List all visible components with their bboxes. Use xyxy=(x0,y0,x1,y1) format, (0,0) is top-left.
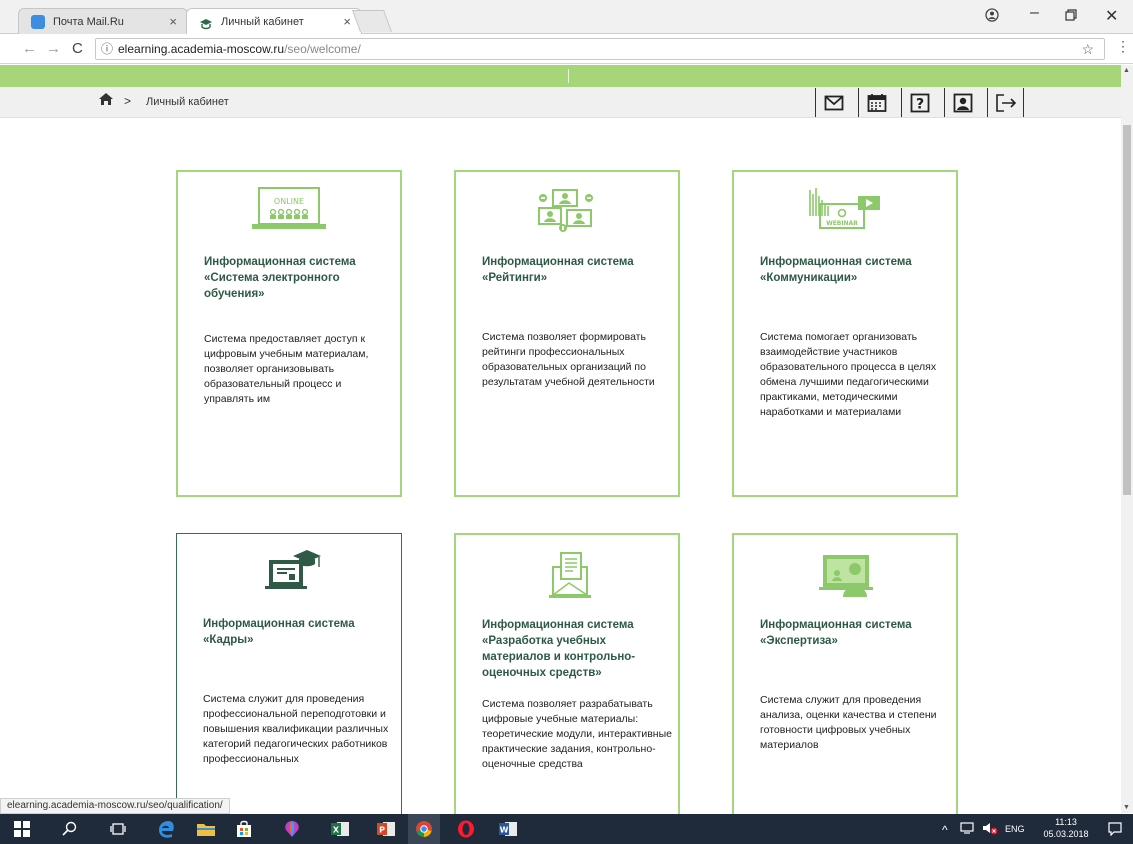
word-icon[interactable]: W xyxy=(492,814,524,844)
mail-favicon-icon xyxy=(31,15,45,29)
url-path: /seo/welcome/ xyxy=(284,42,361,56)
windows-start-icon[interactable] xyxy=(6,814,38,844)
file-explorer-icon[interactable] xyxy=(190,814,222,844)
calendar-button[interactable] xyxy=(858,88,895,117)
browser-tab-bar: Почта Mail.Ru × Личный кабинет × – ✕ xyxy=(0,0,1133,34)
card-title[interactable]: Информационная система «Рейтинги» xyxy=(482,254,672,286)
breadcrumb-current: Личный кабинет xyxy=(146,96,229,108)
header-divider xyxy=(568,69,569,83)
tab-label: Личный кабинет xyxy=(221,16,304,28)
restore-window-icon[interactable] xyxy=(1065,8,1077,24)
card-title[interactable]: Информационная система «Разработка учебн… xyxy=(482,617,672,681)
help-button[interactable]: ? xyxy=(901,88,938,117)
online-label: ONLINE xyxy=(274,197,304,206)
windows-taskbar: X P W ^ ENG 11:13 05.03.2018 xyxy=(0,814,1133,844)
envelope-icon xyxy=(824,95,844,110)
url-input[interactable]: ⓘ elearning.academia-moscow.ru/seo/welco… xyxy=(95,38,1105,60)
site-header-bar xyxy=(0,65,1121,87)
card-title[interactable]: Информационная система «Система электрон… xyxy=(204,254,394,302)
document-icon xyxy=(456,551,678,599)
card-elearning[interactable]: ONLINE Информационная система «Система э… xyxy=(176,170,402,497)
webinar-icon: WEBINAR xyxy=(734,182,956,230)
help-icon: ? xyxy=(910,93,930,112)
status-url-tooltip: elearning.academia-moscow.ru/seo/qualifi… xyxy=(0,798,230,814)
browser-menu-icon[interactable]: ⋮ xyxy=(1116,38,1130,55)
powerpoint-icon[interactable]: P xyxy=(370,814,402,844)
card-description: Система служит для проведения анализа, о… xyxy=(760,694,937,751)
edge-browser-icon[interactable] xyxy=(150,814,182,844)
svg-text:X: X xyxy=(333,826,340,835)
card-title[interactable]: Информационная система «Кадры» xyxy=(203,616,393,648)
scroll-up-icon[interactable]: ▲ xyxy=(1123,67,1130,74)
opera-icon[interactable] xyxy=(450,814,482,844)
network-icon[interactable] xyxy=(960,822,974,836)
chrome-icon[interactable] xyxy=(408,814,440,844)
graduation-cap-favicon-icon xyxy=(199,15,213,30)
expert-icon xyxy=(734,551,956,599)
user-icon xyxy=(953,93,973,112)
svg-text:W: W xyxy=(500,826,509,835)
tab-close-icon[interactable]: × xyxy=(169,9,177,35)
scrollbar-thumb[interactable] xyxy=(1123,125,1131,495)
card-description: Система позволяет формировать рейтинги п… xyxy=(482,331,655,388)
chevron-up-icon[interactable]: ^ xyxy=(942,823,948,837)
volume-muted-icon[interactable] xyxy=(982,821,998,837)
minimize-window-icon[interactable]: – xyxy=(1030,4,1039,22)
search-icon[interactable] xyxy=(54,814,86,844)
logout-button[interactable] xyxy=(987,88,1024,117)
card-communications[interactable]: WEBINAR Информационная система «Коммуник… xyxy=(732,170,958,497)
svg-text:P: P xyxy=(379,826,385,835)
card-materials[interactable]: Информационная система «Разработка учебн… xyxy=(454,533,680,823)
store-icon[interactable] xyxy=(228,814,260,844)
language-indicator[interactable]: ENG xyxy=(1005,824,1025,834)
tab-close-icon[interactable]: × xyxy=(343,9,351,35)
ratings-icon xyxy=(456,184,678,232)
paint-app-icon[interactable] xyxy=(276,814,308,844)
forward-arrow-icon[interactable]: → xyxy=(46,40,61,57)
card-description: Система позволяет разрабатывать цифровые… xyxy=(482,698,672,770)
excel-icon[interactable]: X xyxy=(324,814,356,844)
clock[interactable]: 11:13 05.03.2018 xyxy=(1042,816,1090,840)
calendar-icon xyxy=(867,93,887,112)
address-bar-row: ← → C ⓘ elearning.academia-moscow.ru/seo… xyxy=(0,34,1133,64)
card-title[interactable]: Информационная система «Экспертиза» xyxy=(760,617,950,649)
card-expertise[interactable]: Информационная система «Экспертиза» Сист… xyxy=(732,533,958,823)
card-title[interactable]: Информационная система «Коммуникации» xyxy=(760,254,950,286)
new-tab-button[interactable] xyxy=(351,10,393,32)
svg-text:?: ? xyxy=(916,96,924,112)
tab-mail[interactable]: Почта Mail.Ru × xyxy=(18,8,188,34)
notifications-icon[interactable] xyxy=(1108,822,1122,838)
back-arrow-icon[interactable]: ← xyxy=(22,40,37,57)
home-icon[interactable] xyxy=(98,92,114,110)
tab-label: Почта Mail.Ru xyxy=(53,16,124,28)
breadcrumb-bar: > Личный кабинет ? xyxy=(0,87,1121,118)
card-ratings[interactable]: Информационная система «Рейтинги» Систем… xyxy=(454,170,680,497)
clock-date: 05.03.2018 xyxy=(1043,829,1089,839)
reload-icon[interactable]: C xyxy=(72,40,83,57)
tab-cabinet[interactable]: Личный кабинет × xyxy=(186,8,362,34)
profile-icon[interactable] xyxy=(985,8,999,25)
card-staff[interactable]: Информационная система «Кадры» Система с… xyxy=(176,533,402,823)
profile-button[interactable] xyxy=(944,88,981,117)
graduation-icon xyxy=(177,550,401,598)
card-description: Система предоставляет доступ к цифровым … xyxy=(204,333,369,405)
vertical-scrollbar[interactable]: ▲ ▼ xyxy=(1121,65,1133,813)
logout-icon xyxy=(995,93,1016,112)
messages-button[interactable] xyxy=(815,88,852,117)
close-window-icon[interactable]: ✕ xyxy=(1105,6,1118,26)
webinar-label: WEBINAR xyxy=(826,220,858,227)
bookmark-star-icon[interactable]: ☆ xyxy=(1081,39,1094,59)
chevron-right-icon: > xyxy=(124,94,132,108)
card-description: Система помогает организовать взаимодейс… xyxy=(760,331,937,418)
url-host: elearning.academia-moscow.ru xyxy=(118,42,285,56)
card-description: Система служит для проведения профессион… xyxy=(203,693,389,765)
task-view-icon[interactable] xyxy=(102,814,134,844)
clock-time: 11:13 xyxy=(1055,817,1077,827)
scroll-down-icon[interactable]: ▼ xyxy=(1123,804,1130,811)
site-info-icon[interactable]: ⓘ xyxy=(101,39,113,59)
online-course-icon: ONLINE xyxy=(178,186,400,234)
